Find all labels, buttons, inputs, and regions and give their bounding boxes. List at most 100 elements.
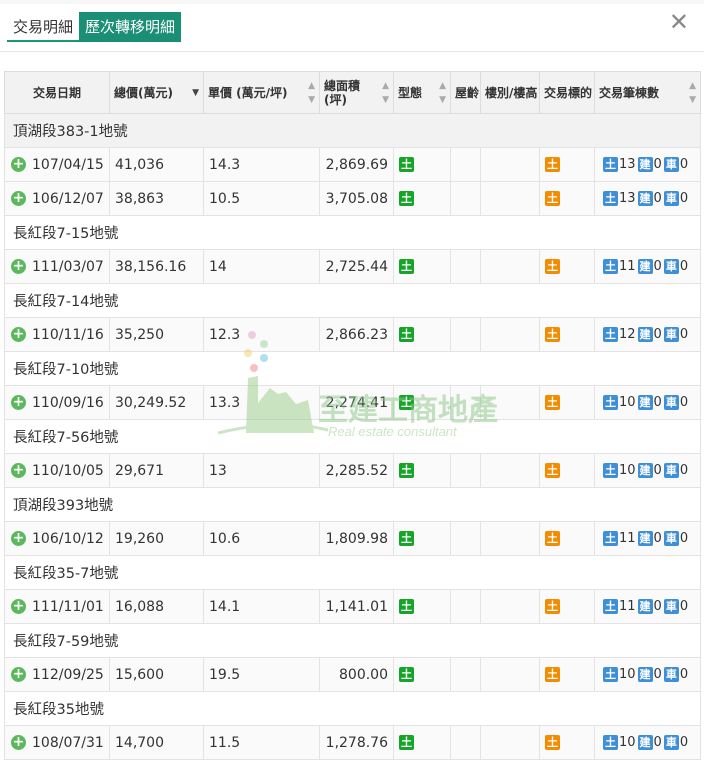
building-count: 0 bbox=[653, 395, 662, 410]
age-cell bbox=[450, 317, 481, 352]
land-target-badge-icon: 土 bbox=[545, 157, 560, 172]
sort-icon[interactable]: ▲ ▼ bbox=[382, 79, 389, 107]
land-type-badge-icon: 土 bbox=[399, 157, 414, 172]
building-count: 0 bbox=[653, 157, 662, 172]
date-cell: +108/07/31 bbox=[4, 725, 110, 760]
group-row: 頂湖段383-1地號 bbox=[4, 113, 701, 148]
sort-icon[interactable]: ▲ ▼ bbox=[689, 79, 696, 107]
date-cell: +107/04/15 bbox=[4, 147, 110, 182]
target-cell: 土 bbox=[539, 181, 595, 216]
date-cell: +106/10/12 bbox=[4, 521, 110, 556]
total-price-cell: 16,088 bbox=[109, 589, 204, 624]
transfer-table: 交易日期 總價(萬元) ▼ 單價 (萬元/坪) ▲ ▼ 總面積 (坪) ▲ ▼ 型態 ▲ ▼ … bbox=[4, 71, 701, 760]
total-price-cell: 19,260 bbox=[109, 521, 204, 556]
col-header-area[interactable]: 總面積 (坪) ▲ ▼ bbox=[319, 71, 394, 114]
total-price-cell: 14,700 bbox=[109, 725, 204, 760]
type-cell: 土 bbox=[393, 657, 451, 692]
count-cell: 土 11 建 0 車 0 bbox=[594, 521, 701, 556]
col-header-type[interactable]: 型態 ▲ ▼ bbox=[393, 71, 451, 114]
building-count: 0 bbox=[653, 327, 662, 342]
date-cell: +112/09/25 bbox=[4, 657, 110, 692]
table-row: +108/07/31 14,700 11.5 1,278.76 土土土 10 建 0 車 0 bbox=[4, 725, 701, 760]
group-row: 長紅段35-7地號 bbox=[4, 555, 701, 590]
group-title: 長紅段35-7地號 bbox=[4, 555, 701, 590]
floor-cell bbox=[480, 317, 540, 352]
col-header-count[interactable]: 交易筆棟數 ▲ ▼ bbox=[594, 71, 701, 114]
age-cell bbox=[450, 521, 481, 556]
expand-plus-icon[interactable]: + bbox=[11, 463, 26, 478]
area-cell: 2,285.52 bbox=[319, 453, 394, 488]
tab-transaction-details[interactable]: 交易明細 bbox=[7, 12, 80, 42]
expand-plus-icon[interactable]: + bbox=[11, 259, 26, 274]
expand-plus-icon[interactable]: + bbox=[11, 157, 26, 172]
floor-cell bbox=[480, 521, 540, 556]
expand-plus-icon[interactable]: + bbox=[11, 599, 26, 614]
unit-price-cell: 14.1 bbox=[203, 589, 320, 624]
col-header-total-price[interactable]: 總價(萬元) ▼ bbox=[109, 71, 204, 114]
land-count-icon: 土 bbox=[603, 735, 618, 750]
sort-icon[interactable]: ▲ ▼ bbox=[439, 79, 446, 107]
expand-plus-icon[interactable]: + bbox=[11, 667, 26, 682]
count-cell: 土 11 建 0 車 0 bbox=[594, 589, 701, 624]
date-value: 108/07/31 bbox=[32, 734, 104, 751]
land-count-icon: 土 bbox=[603, 395, 618, 410]
land-type-badge-icon: 土 bbox=[399, 395, 414, 410]
sort-icon[interactable]: ▲ ▼ bbox=[308, 79, 315, 107]
col-header-floor[interactable]: 樓別/樓高 bbox=[480, 71, 540, 114]
type-cell: 土 bbox=[393, 317, 451, 352]
building-count: 0 bbox=[653, 191, 662, 206]
tab-transfer-history[interactable]: 歷次轉移明細 bbox=[79, 12, 182, 42]
col-header-total-label: 總價(萬元) bbox=[114, 85, 173, 100]
building-count: 0 bbox=[653, 259, 662, 274]
group-row: 長紅段7-10地號 bbox=[4, 351, 701, 386]
area-cell: 2,866.23 bbox=[319, 317, 394, 352]
floor-cell bbox=[480, 249, 540, 284]
unit-price-cell: 14 bbox=[203, 249, 320, 284]
group-title: 頂湖段383-1地號 bbox=[4, 113, 701, 148]
table-row: +111/03/07 38,156.16 14 2,725.44 土土土 11 建 0 車 0 bbox=[4, 249, 701, 284]
target-cell: 土 bbox=[539, 385, 595, 420]
expand-plus-icon[interactable]: + bbox=[11, 395, 26, 410]
building-count-icon: 建 bbox=[637, 395, 653, 410]
total-price-cell: 15,600 bbox=[109, 657, 204, 692]
parking-count-icon: 車 bbox=[663, 259, 679, 274]
unit-price-cell: 10.5 bbox=[203, 181, 320, 216]
expand-plus-icon[interactable]: + bbox=[11, 531, 26, 546]
parking-count-icon: 車 bbox=[663, 531, 679, 546]
age-cell bbox=[450, 385, 481, 420]
col-header-date[interactable]: 交易日期 bbox=[4, 71, 110, 114]
group-title: 頂湖段393地號 bbox=[4, 487, 701, 522]
area-cell: 1,141.01 bbox=[319, 589, 394, 624]
building-count: 0 bbox=[653, 531, 662, 546]
parking-count: 0 bbox=[679, 259, 689, 274]
group-row: 長紅段35地號 bbox=[4, 691, 701, 726]
col-header-age-label: 屋齡 bbox=[455, 85, 480, 100]
floor-cell bbox=[480, 385, 540, 420]
group-row: 長紅段7-56地號 bbox=[4, 419, 701, 454]
building-count-icon: 建 bbox=[637, 157, 653, 172]
col-header-target[interactable]: 交易標的 bbox=[539, 71, 595, 114]
total-price-cell: 35,250 bbox=[109, 317, 204, 352]
expand-plus-icon[interactable]: + bbox=[11, 327, 26, 342]
unit-price-cell: 13 bbox=[203, 453, 320, 488]
expand-plus-icon[interactable]: + bbox=[11, 735, 26, 750]
land-count: 11 bbox=[619, 599, 636, 614]
unit-price-cell: 12.3 bbox=[203, 317, 320, 352]
parking-count-icon: 車 bbox=[663, 463, 679, 478]
unit-price-cell: 10.6 bbox=[203, 521, 320, 556]
count-cell: 土 10 建 0 車 0 bbox=[594, 657, 701, 692]
land-count-icon: 土 bbox=[603, 667, 618, 682]
parking-count-icon: 車 bbox=[663, 735, 679, 750]
target-cell: 土 bbox=[539, 725, 595, 760]
building-count-icon: 建 bbox=[637, 735, 653, 750]
total-price-cell: 38,863 bbox=[109, 181, 204, 216]
sort-desc-icon[interactable]: ▼ bbox=[192, 86, 199, 100]
parking-count: 0 bbox=[679, 735, 689, 750]
col-header-unit-price[interactable]: 單價 (萬元/坪) ▲ ▼ bbox=[203, 71, 320, 114]
table-row: +106/10/12 19,260 10.6 1,809.98 土土土 11 建 0 車 0 bbox=[4, 521, 701, 556]
count-cell: 土 11 建 0 車 0 bbox=[594, 249, 701, 284]
area-cell: 1,278.76 bbox=[319, 725, 394, 760]
expand-plus-icon[interactable]: + bbox=[11, 191, 26, 206]
close-icon[interactable]: ✕ bbox=[669, 9, 689, 35]
col-header-age[interactable]: 屋齡 bbox=[450, 71, 481, 114]
